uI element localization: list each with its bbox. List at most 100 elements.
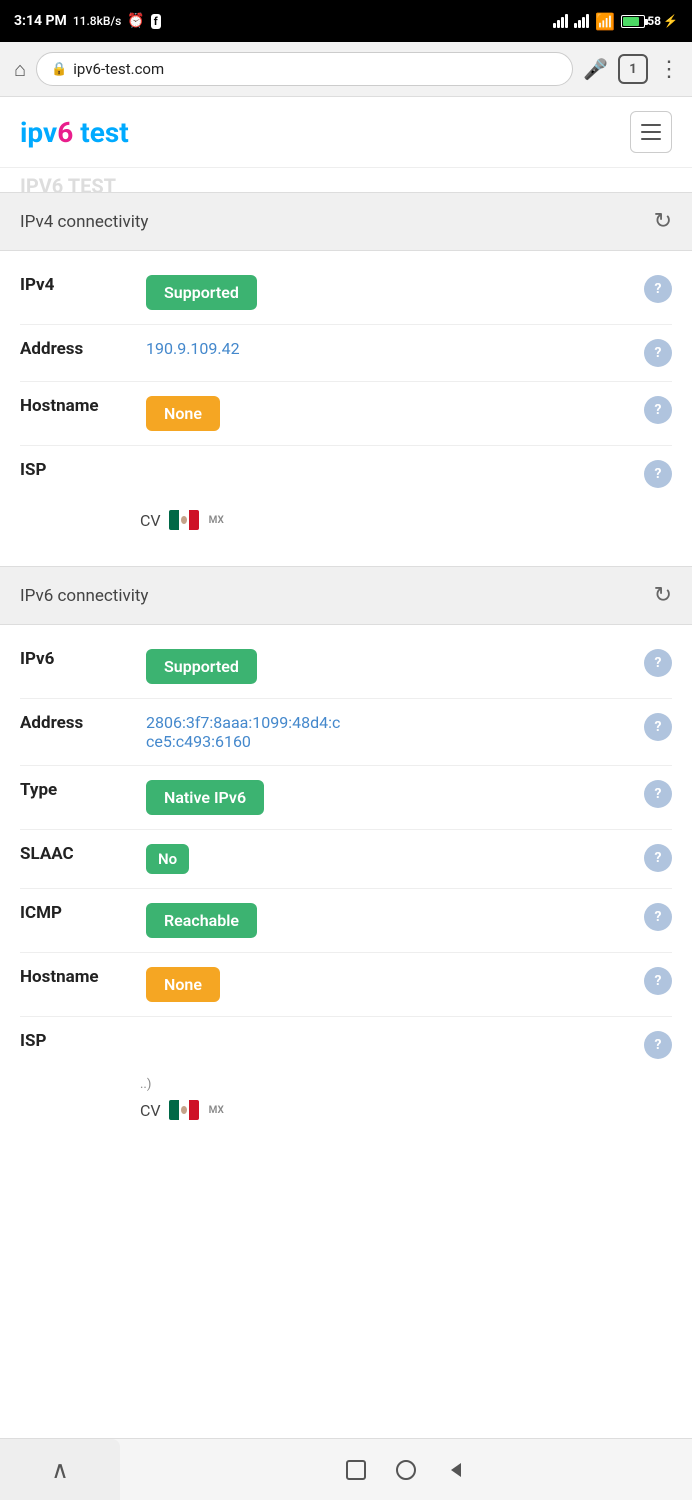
status-speed: 11.8kB/s <box>73 14 122 28</box>
ipv4-address-help-icon[interactable]: ? <box>644 339 672 367</box>
ipv4-isp-help-icon[interactable]: ? <box>644 460 672 488</box>
signal-bars-2 <box>574 14 589 28</box>
ipv6-icmp-help-icon[interactable]: ? <box>644 903 672 931</box>
ipv6-isp-help-icon[interactable]: ? <box>644 1031 672 1059</box>
ipv6-slaac-row: SLAAC No ? <box>0 830 692 888</box>
ipv6-refresh-icon[interactable]: ↻ <box>654 583 672 608</box>
ipv6-type-label: Type <box>20 780 130 800</box>
url-bar[interactable]: 🔒 ipv6-test.com <box>36 52 573 86</box>
ipv4-address-value: 190.9.109.42 <box>146 339 628 358</box>
status-time: 3:14 PM <box>14 13 67 29</box>
ipv6-value: Supported <box>146 649 628 684</box>
ipv4-hostname-label: Hostname <box>20 396 130 416</box>
ipv6-address-link[interactable]: 2806:3f7:8aaa:1099:48d4:cce5:c493:6160 <box>146 713 340 751</box>
ipv6-isp-row: ISP ? <box>0 1017 692 1073</box>
recent-apps-button[interactable] <box>331 1452 381 1488</box>
back-button[interactable] <box>431 1452 481 1488</box>
ipv6-slaac-value: No <box>146 844 628 874</box>
ipv6-flag <box>169 1100 199 1120</box>
signal-bars-1 <box>553 14 568 28</box>
ipv6-type-badge: Native IPv6 <box>146 780 264 815</box>
ipv4-country-row: CV MX <box>0 502 692 546</box>
flag-white <box>179 1100 189 1120</box>
lock-icon: 🔒 <box>51 62 67 77</box>
ipv6-extra-info: ..) <box>0 1073 692 1092</box>
ipv6-icmp-row: ICMP Reachable ? <box>0 889 692 952</box>
flag-white <box>179 510 189 530</box>
tab-button[interactable]: 1 <box>618 54 648 84</box>
home-button[interactable] <box>381 1452 431 1488</box>
ipv6-slaac-help-icon[interactable]: ? <box>644 844 672 872</box>
ipv4-flag <box>169 510 199 530</box>
flag-emblem <box>179 515 189 525</box>
more-options-icon[interactable]: ⋮ <box>658 57 678 82</box>
ipv6-country-label: CV <box>140 1101 161 1120</box>
ipv6-address-value: 2806:3f7:8aaa:1099:48d4:cce5:c493:6160 <box>146 713 628 751</box>
mic-icon[interactable]: 🎤 <box>583 57 608 81</box>
ipv6-address-label: Address <box>20 713 130 733</box>
circle-icon <box>394 1458 418 1482</box>
ipv4-section: IPv4 Supported ? Address 190.9.109.42 ? … <box>0 251 692 566</box>
ipv4-value: Supported <box>146 275 628 310</box>
ipv4-refresh-icon[interactable]: ↻ <box>654 209 672 234</box>
ipv4-row: IPv4 Supported ? <box>0 261 692 324</box>
ipv4-isp-label: ISP <box>20 460 130 480</box>
flag-red <box>189 1100 199 1120</box>
ipv4-supported-badge: Supported <box>146 275 257 310</box>
ipv4-isp-row: ISP ? <box>0 446 692 502</box>
ipv4-hostname-badge: None <box>146 396 220 431</box>
ipv6-hostname-badge: None <box>146 967 220 1002</box>
back-icon <box>445 1459 467 1481</box>
ipv6-hostname-row: Hostname None ? <box>0 953 692 1016</box>
ipv6-hostname-help-icon[interactable]: ? <box>644 967 672 995</box>
ipv4-hostname-row: Hostname None ? <box>0 382 692 445</box>
logo-ipv: ipv <box>20 116 57 149</box>
home-icon[interactable]: ⌂ <box>14 57 26 82</box>
info-icon: f <box>151 14 161 29</box>
ipv4-country-code: MX <box>209 515 224 526</box>
ipv6-label: IPv6 <box>20 649 130 669</box>
hamburger-menu[interactable] <box>630 111 672 153</box>
status-left: 3:14 PM 11.8kB/s ⏰ f <box>14 13 161 29</box>
ipv6-icmp-label: ICMP <box>20 903 130 923</box>
logo-test: test <box>73 116 128 149</box>
ipv6-address-row: Address 2806:3f7:8aaa:1099:48d4:cce5:c49… <box>0 699 692 765</box>
ipv6-isp-label: ISP <box>20 1031 130 1051</box>
ipv4-hostname-help-icon[interactable]: ? <box>644 396 672 424</box>
ipv4-section-title: IPv4 connectivity <box>20 212 148 232</box>
ipv6-supported-badge: Supported <box>146 649 257 684</box>
ipv6-section-title: IPv6 connectivity <box>20 586 148 606</box>
ipv6-section-header: IPv6 connectivity ↻ <box>0 566 692 625</box>
status-right: 📶 58 ⚡ <box>553 12 678 31</box>
ipv6-type-row: Type Native IPv6 ? <box>0 766 692 829</box>
site-logo[interactable]: ipv6 test <box>20 116 129 149</box>
ipv6-type-value: Native IPv6 <box>146 780 628 815</box>
ipv6-section: IPv6 Supported ? Address 2806:3f7:8aaa:1… <box>0 625 692 1156</box>
ipv6-country-code: MX <box>209 1105 224 1116</box>
logo-6: 6 <box>57 116 73 149</box>
ipv6-address-help-icon[interactable]: ? <box>644 713 672 741</box>
ipv6-row: IPv6 Supported ? <box>0 635 692 698</box>
ipv4-country-label: CV <box>140 511 161 530</box>
bottom-navigation: ∧ <box>0 1438 692 1500</box>
wifi-icon: 📶 <box>595 12 615 31</box>
status-bar: 3:14 PM 11.8kB/s ⏰ f 📶 58 ⚡ <box>0 0 692 42</box>
battery-icon: 58 ⚡ <box>621 14 678 28</box>
flag-green <box>169 1100 179 1120</box>
flag-green <box>169 510 179 530</box>
ipv6-country-row: CV MX <box>0 1092 692 1136</box>
ipv6-hostname-value: None <box>146 967 628 1002</box>
chevron-up-icon: ∧ <box>51 1456 69 1484</box>
chevron-up-area[interactable]: ∧ <box>0 1439 120 1500</box>
alarm-icon: ⏰ <box>127 13 144 29</box>
ipv6-slaac-label: SLAAC <box>20 844 130 864</box>
ipv6-help-icon[interactable]: ? <box>644 649 672 677</box>
ipv4-address-link[interactable]: 190.9.109.42 <box>146 339 240 358</box>
browser-chrome: ⌂ 🔒 ipv6-test.com 🎤 1 ⋮ <box>0 42 692 97</box>
flag-red <box>189 510 199 530</box>
ipv4-help-icon[interactable]: ? <box>644 275 672 303</box>
ipv6-icmp-value: Reachable <box>146 903 628 938</box>
ipv6-icmp-badge: Reachable <box>146 903 257 938</box>
ipv4-label: IPv4 <box>20 275 130 295</box>
ipv6-type-help-icon[interactable]: ? <box>644 780 672 808</box>
